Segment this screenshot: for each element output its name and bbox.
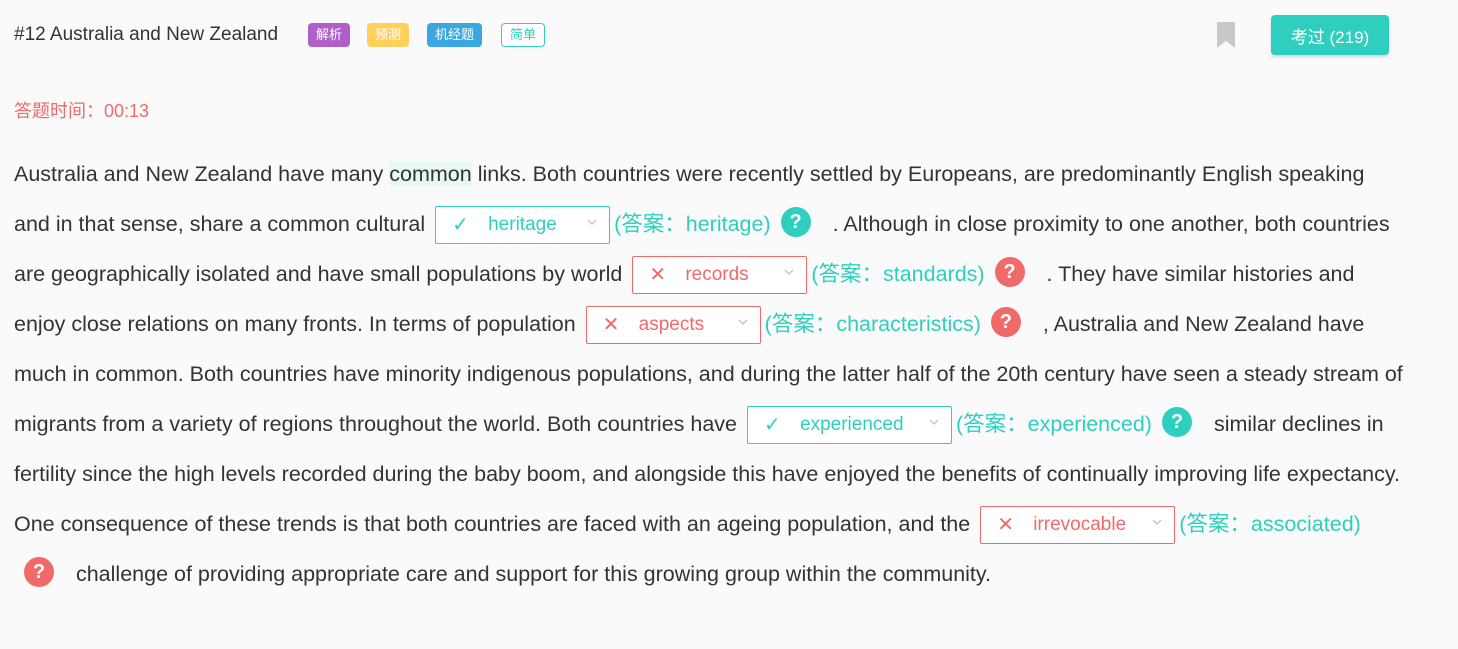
tag-machine-exam[interactable]: 机经题 <box>427 23 483 47</box>
cross-icon: ✕ <box>997 514 1014 537</box>
selected-value: irrevocable <box>1033 514 1127 536</box>
help-icon[interactable]: ? <box>1161 407 1192 438</box>
taken-count-button[interactable]: 考过 (219) <box>1271 15 1389 55</box>
cross-icon: ✕ <box>602 314 620 337</box>
header: #12 Australia and New Zealand 解析 预测 机经题 … <box>14 15 1458 55</box>
help-icon[interactable]: ? <box>990 307 1021 338</box>
passage-text: Australia and New Zealand have many <box>14 162 390 186</box>
check-icon: ✓ <box>452 214 469 237</box>
chevron-down-icon <box>929 419 939 426</box>
help-icon[interactable]: ? <box>24 557 54 588</box>
correct-answer: (答案：characteristics) <box>764 312 981 336</box>
chevron-down-icon <box>784 269 794 276</box>
blank-select-4[interactable]: ✓ experienced <box>747 406 952 445</box>
cross-icon: ✕ <box>649 264 667 287</box>
selected-value: aspects <box>638 314 705 336</box>
question-title: #12 Australia and New Zealand <box>14 24 279 45</box>
passage: Australia and New Zealand have many comm… <box>14 149 1404 599</box>
correct-answer: (答案：heritage) <box>614 212 771 236</box>
chevron-down-icon <box>1152 519 1162 526</box>
passage-text: challenge of providing appropriate care … <box>70 562 992 586</box>
blank-select-3[interactable]: ✕ aspects <box>585 306 761 345</box>
selected-value: experienced <box>800 414 904 436</box>
correct-answer: (答案：standards) <box>811 262 985 286</box>
tag-difficulty-easy[interactable]: 简单 <box>501 23 546 47</box>
blank-select-1[interactable]: ✓ heritage <box>435 206 611 245</box>
chevron-down-icon <box>738 319 748 326</box>
bookmark-icon[interactable] <box>1217 22 1235 48</box>
selected-value: records <box>685 264 749 286</box>
help-icon[interactable]: ? <box>780 207 811 238</box>
check-icon: ✓ <box>764 414 781 437</box>
tag-analysis[interactable]: 解析 <box>308 23 351 47</box>
tag-prediction[interactable]: 预测 <box>367 23 410 47</box>
correct-answer: (答案：associated) <box>1179 512 1361 536</box>
answer-timer: 答题时间：00:13 <box>14 101 150 121</box>
blank-select-5[interactable]: ✕ irrevocable <box>980 506 1176 545</box>
selected-value: heritage <box>488 214 557 236</box>
blank-select-2[interactable]: ✕ records <box>632 256 808 295</box>
highlighted-word: common <box>389 162 472 186</box>
correct-answer: (答案：experienced) <box>956 412 1152 436</box>
chevron-down-icon <box>587 219 597 226</box>
help-icon[interactable]: ? <box>994 257 1025 288</box>
